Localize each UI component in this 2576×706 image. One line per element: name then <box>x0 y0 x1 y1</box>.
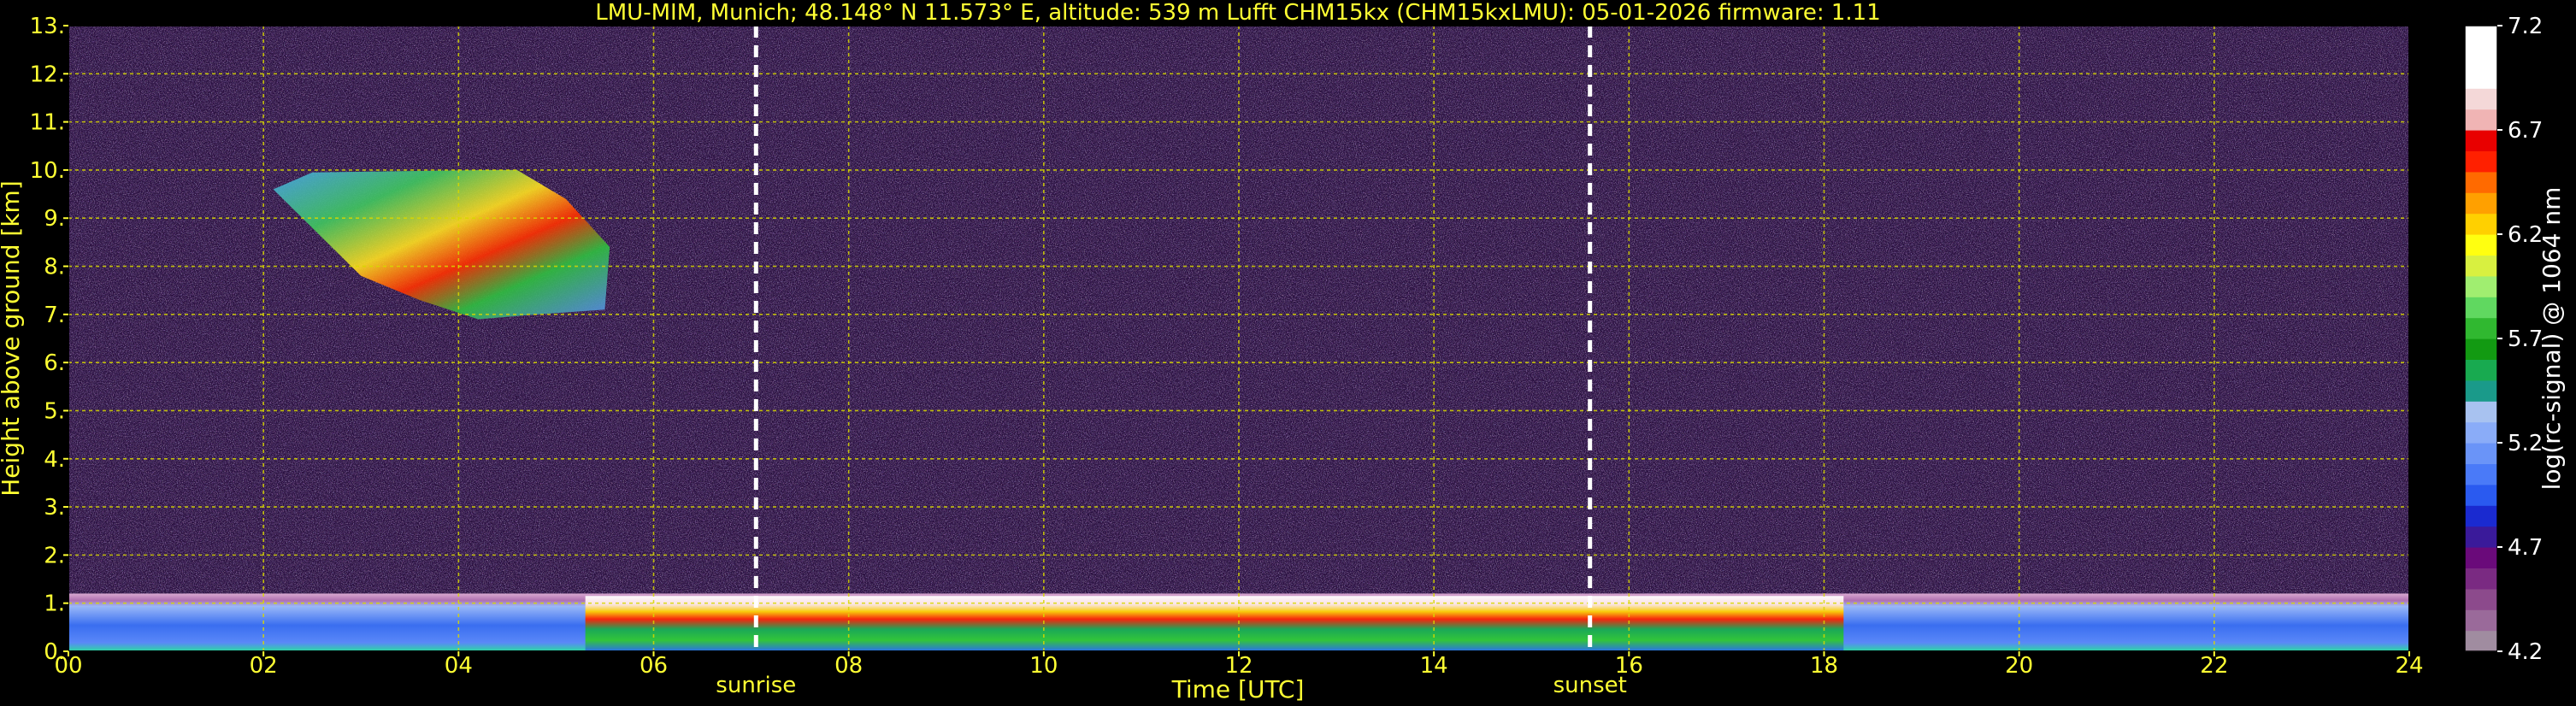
colorbar-segment <box>2465 588 2497 610</box>
plot-area <box>68 26 2409 651</box>
colorbar-segment <box>2465 255 2497 277</box>
x-tick-label: 14 <box>1420 653 1448 679</box>
y-tick-label: 2. <box>44 543 65 568</box>
colorbar-segment <box>2465 88 2497 110</box>
colorbar-segment <box>2465 46 2497 68</box>
noise-layer-day <box>68 26 2409 651</box>
y-axis-ticks: 0. 1. 2. 3. 4. 5. 6. 7. 8. 9. 10. 11. 12. 13. <box>30 14 68 665</box>
y-tick-label: 0. <box>44 639 65 665</box>
colorbar-tick-label: 4.7 <box>2508 535 2543 561</box>
colorbar-segment <box>2465 421 2497 444</box>
x-tick-label: 06 <box>640 653 668 679</box>
colorbar-segment <box>2465 568 2497 590</box>
colorbar-segment <box>2465 26 2497 47</box>
colorbar-segment <box>2465 526 2497 548</box>
colorbar-tick-label: 4.2 <box>2508 639 2543 665</box>
colorbar: 4.24.75.25.76.26.77.2 <box>2464 14 2543 665</box>
colorbar-segment <box>2465 630 2497 652</box>
x-tick-label: 24 <box>2395 653 2423 679</box>
x-tick-label: 22 <box>2200 653 2228 679</box>
y-tick-label: 3. <box>44 495 65 521</box>
event-label-sunrise: sunrise <box>716 673 796 698</box>
colorbar-tick-label: 6.7 <box>2508 118 2543 144</box>
colorbar-segment <box>2465 547 2497 568</box>
x-axis-label: Time [UTC] <box>1171 675 1305 703</box>
colorbar-segment <box>2465 109 2497 131</box>
colorbar-segment <box>2465 484 2497 506</box>
x-tick-label: 08 <box>834 653 863 679</box>
x-tick-label: 02 <box>250 653 278 679</box>
colorbar-segment <box>2465 463 2497 485</box>
colorbar-segment <box>2465 443 2497 464</box>
colorbar-segment <box>2465 317 2497 339</box>
y-tick-label: 7. <box>44 303 65 328</box>
colorbar-segment <box>2465 609 2497 632</box>
y-tick-label: 5. <box>44 398 65 424</box>
x-tick-label: 18 <box>1810 653 1838 679</box>
ceilometer-chart: sunrise sunset 00 02 04 06 08 10 12 14 16 18 20 22 24… <box>0 0 2566 703</box>
y-tick-label: 6. <box>44 350 65 376</box>
colorbar-segment <box>2465 275 2497 297</box>
y-tick-label: 1. <box>44 591 65 617</box>
colorbar-segment <box>2465 67 2497 89</box>
colorbar-label: log(rc-signal) @ 1064 nm <box>2538 187 2566 491</box>
colorbar-segment <box>2465 401 2497 423</box>
colorbar-segment <box>2465 213 2497 235</box>
x-tick-label: 10 <box>1029 653 1058 679</box>
colorbar-segment <box>2465 505 2497 527</box>
colorbar-segment <box>2465 297 2497 319</box>
y-tick-label: 10. <box>30 158 65 184</box>
y-tick-label: 12. <box>30 62 65 87</box>
x-tick-label: 20 <box>2005 653 2033 679</box>
x-tick-label: 16 <box>1615 653 1643 679</box>
colorbar-segment <box>2465 359 2497 381</box>
y-axis-label: Height above ground [km] <box>0 180 25 497</box>
y-tick-label: 4. <box>44 447 65 473</box>
y-tick-label: 11. <box>30 110 65 136</box>
colorbar-segment <box>2465 192 2497 215</box>
y-tick-label: 8. <box>44 255 65 280</box>
y-tick-label: 9. <box>44 206 65 232</box>
x-tick-label: 04 <box>445 653 473 679</box>
colorbar-segment <box>2465 171 2497 193</box>
colorbar-segment <box>2465 379 2497 402</box>
colorbar-segment <box>2465 130 2497 151</box>
colorbar-segment <box>2465 234 2497 256</box>
colorbar-segment <box>2465 150 2497 173</box>
chart-title: LMU-MIM, Munich; 48.148° N 11.573° E, al… <box>595 0 1880 26</box>
colorbar-segment <box>2465 338 2497 360</box>
y-tick-label: 13. <box>30 14 65 39</box>
colorbar-tick-label: 7.2 <box>2508 14 2543 39</box>
